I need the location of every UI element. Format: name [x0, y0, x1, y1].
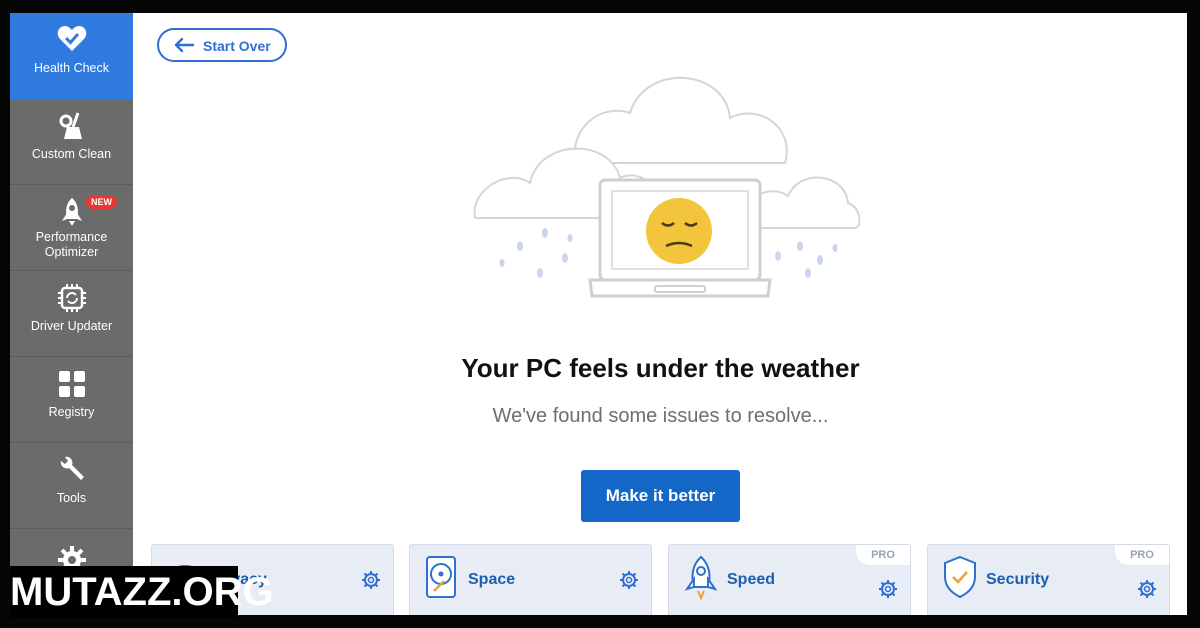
card-label: Space	[468, 571, 516, 588]
settings-gear-icon[interactable]	[361, 570, 381, 595]
space-card[interactable]: Space	[409, 544, 652, 615]
sidebar: Health Check Custom Clean NEW Performanc…	[10, 13, 133, 615]
speed-card[interactable]: PRO Speed	[668, 544, 911, 615]
sidebar-item-label: Performance Optimizer	[35, 230, 108, 259]
sidebar-item-registry[interactable]: Registry	[10, 357, 133, 443]
sidebar-item-tools[interactable]: Tools	[10, 443, 133, 529]
make-it-better-button[interactable]: Make it better	[581, 470, 740, 522]
grid-icon	[10, 369, 133, 399]
sidebar-item-custom-clean[interactable]: Custom Clean	[10, 99, 133, 185]
security-card[interactable]: PRO Security	[927, 544, 1170, 615]
wrench-icon	[10, 455, 133, 485]
sidebar-item-label: Registry	[48, 405, 95, 419]
sidebar-item-performance-optimizer[interactable]: NEW Performance Optimizer	[10, 185, 133, 271]
shield-check-icon	[942, 555, 978, 604]
sidebar-item-label: Health Check	[33, 61, 110, 75]
chip-refresh-icon	[10, 283, 133, 313]
start-over-button[interactable]: Start Over	[157, 28, 287, 62]
pro-badge: PRO	[1115, 545, 1169, 565]
sad-pc-illustration	[470, 68, 861, 313]
broom-icon	[10, 111, 133, 141]
sidebar-item-label: Tools	[56, 491, 87, 505]
card-label: Speed	[727, 571, 776, 588]
sidebar-item-health-check[interactable]: Health Check	[10, 13, 133, 99]
hard-drive-icon	[424, 555, 458, 604]
rocket-icon	[683, 555, 719, 606]
sidebar-item-label: Custom Clean	[31, 147, 112, 161]
settings-gear-icon[interactable]	[619, 570, 639, 595]
arrow-left-icon	[173, 37, 195, 56]
heart-check-icon	[10, 25, 133, 55]
sidebar-item-driver-updater[interactable]: Driver Updater	[10, 271, 133, 357]
page-subtitle: We've found some issues to resolve...	[492, 405, 829, 427]
start-over-label: Start Over	[203, 38, 271, 54]
new-badge: NEW	[86, 195, 117, 209]
app-window: Health Check Custom Clean NEW Performanc…	[10, 13, 1187, 615]
settings-gear-icon[interactable]	[1137, 579, 1157, 604]
pro-badge: PRO	[856, 545, 910, 565]
sidebar-item-label: Driver Updater	[30, 319, 113, 333]
watermark: MUTAZZ.ORG	[10, 566, 274, 618]
settings-gear-icon[interactable]	[878, 579, 898, 604]
page-title: Your PC feels under the weather	[461, 353, 860, 383]
card-label: Security	[986, 571, 1050, 588]
